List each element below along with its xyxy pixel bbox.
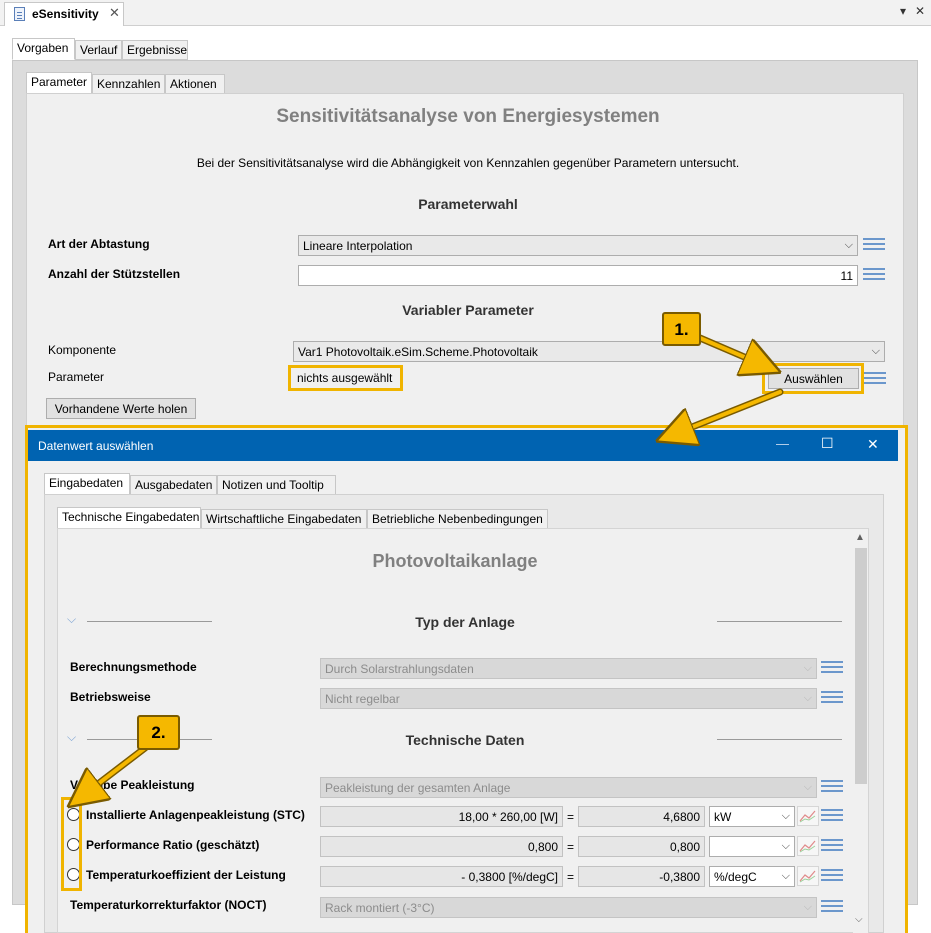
callout-arrows [0, 334, 784, 933]
callout-badge-1: 1. [662, 312, 701, 346]
callout-badge-2: 2. [137, 715, 180, 750]
